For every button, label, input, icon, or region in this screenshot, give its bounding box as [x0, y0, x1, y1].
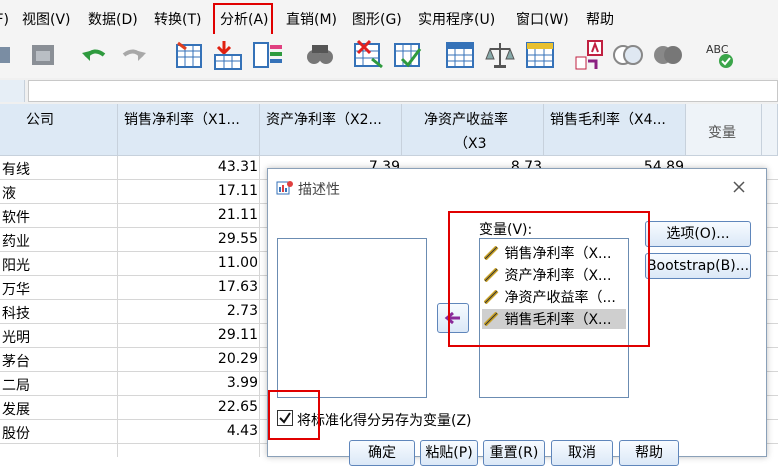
weight-cases-icon[interactable] — [484, 39, 516, 71]
checkbox-highlight-box — [268, 390, 320, 440]
menu-bar: 文件(F) 视图(V) 数据(D) 转换(T) 分析(A) 直销(M) 图形(G… — [0, 0, 778, 41]
column-header-x1[interactable]: 销售净利率（X1... — [118, 104, 260, 156]
cell-x1[interactable]: 3.99 — [118, 375, 258, 391]
variables-icon[interactable] — [252, 39, 284, 71]
save-standardized-label[interactable]: 将标准化得分另存为变量(Z) — [297, 410, 472, 430]
dialog-app-icon — [276, 181, 293, 195]
variables-highlight-box — [448, 211, 650, 347]
use-sets-icon[interactable] — [612, 39, 644, 71]
cell-company[interactable]: 发展 — [2, 399, 30, 419]
cell-value-input[interactable] — [28, 80, 778, 102]
select-cases-icon[interactable] — [524, 39, 556, 71]
cancel-button[interactable]: 取消 — [551, 440, 613, 466]
value-labels-icon[interactable] — [574, 39, 606, 71]
dialog-recall-icon[interactable] — [28, 39, 60, 71]
insert-cases-icon[interactable] — [352, 39, 384, 71]
cell-x1[interactable]: 29.11 — [118, 327, 258, 343]
undo-icon[interactable] — [78, 39, 110, 71]
redo-icon[interactable] — [118, 39, 150, 71]
cell-company[interactable]: 二局 — [2, 375, 30, 395]
dialog-title: 描述性 — [298, 182, 340, 198]
show-all-variables-icon[interactable] — [652, 39, 684, 71]
cell-company[interactable]: 液 — [2, 183, 16, 203]
options-button[interactable]: 选项(O)... — [645, 221, 751, 247]
close-icon[interactable] — [732, 180, 746, 194]
cell-company[interactable]: 阳光 — [2, 255, 30, 275]
goto-variable-icon[interactable] — [212, 39, 244, 71]
cell-x1[interactable]: 29.55 — [118, 231, 258, 247]
cell-company[interactable]: 科技 — [2, 303, 30, 323]
cell-company[interactable]: 药业 — [2, 231, 30, 251]
cell-company[interactable]: 有线 — [2, 159, 30, 179]
source-variable-list[interactable] — [277, 238, 427, 398]
menu-utilities[interactable]: 实用程序(U) — [418, 9, 495, 29]
cell-company[interactable]: 股份 — [2, 423, 30, 443]
menu-view[interactable]: 视图(V) — [22, 9, 71, 29]
cell-x1[interactable]: 17.63 — [118, 279, 258, 295]
column-header-next[interactable] — [762, 104, 778, 156]
spell-check-icon[interactable]: ABC — [704, 39, 736, 71]
column-header-company[interactable]: 公司 — [0, 104, 118, 156]
menu-help[interactable]: 帮助 — [586, 9, 614, 29]
cell-company[interactable]: 万华 — [2, 279, 30, 299]
menu-direct-marketing[interactable]: 直销(M) — [286, 9, 337, 29]
split-file-icon[interactable] — [444, 39, 476, 71]
ok-button[interactable]: 确定 — [349, 440, 415, 466]
cell-company[interactable]: 光明 — [2, 327, 30, 347]
menu-window[interactable]: 窗口(W) — [516, 9, 569, 29]
column-header-x3[interactable]: 净资产收益率 （X3 — [402, 104, 544, 156]
cell-x1[interactable]: 22.65 — [118, 399, 258, 415]
cell-x1[interactable]: 2.73 — [118, 303, 258, 319]
toolbar: ABC — [0, 34, 778, 78]
menu-data[interactable]: 数据(D) — [88, 9, 138, 29]
cell-x1[interactable]: 17.11 — [118, 183, 258, 199]
reset-button[interactable]: 重置(R) — [483, 440, 545, 466]
column-header-var[interactable]: 变量 — [686, 104, 762, 156]
cell-x1[interactable]: 21.11 — [118, 207, 258, 223]
open-icon[interactable] — [0, 39, 18, 71]
menu-graphs[interactable]: 图形(G) — [352, 9, 402, 29]
goto-case-icon[interactable] — [174, 39, 206, 71]
cell-company[interactable]: 软件 — [2, 207, 30, 227]
cell-reference-box — [0, 80, 25, 102]
cell-editor-row — [0, 78, 778, 105]
paste-button[interactable]: 粘贴(P) — [420, 440, 478, 466]
column-header-x2[interactable]: 资产净利率（X2... — [260, 104, 402, 156]
insert-variable-icon[interactable] — [392, 39, 424, 71]
column-header-x4[interactable]: 销售毛利率（X4... — [544, 104, 686, 156]
menu-transform[interactable]: 转换(T) — [154, 9, 201, 29]
help-button[interactable]: 帮助 — [619, 440, 679, 466]
cell-company[interactable]: 茅台 — [2, 351, 30, 371]
cell-x1[interactable]: 20.29 — [118, 351, 258, 367]
cell-x1[interactable]: 4.43 — [118, 423, 258, 439]
menu-file[interactable]: 文件(F) — [0, 9, 9, 29]
find-icon[interactable] — [304, 39, 336, 71]
bootstrap-button[interactable]: Bootstrap(B)... — [645, 253, 751, 279]
cell-x1[interactable]: 11.00 — [118, 255, 258, 271]
cell-x1[interactable]: 43.31 — [118, 159, 258, 175]
